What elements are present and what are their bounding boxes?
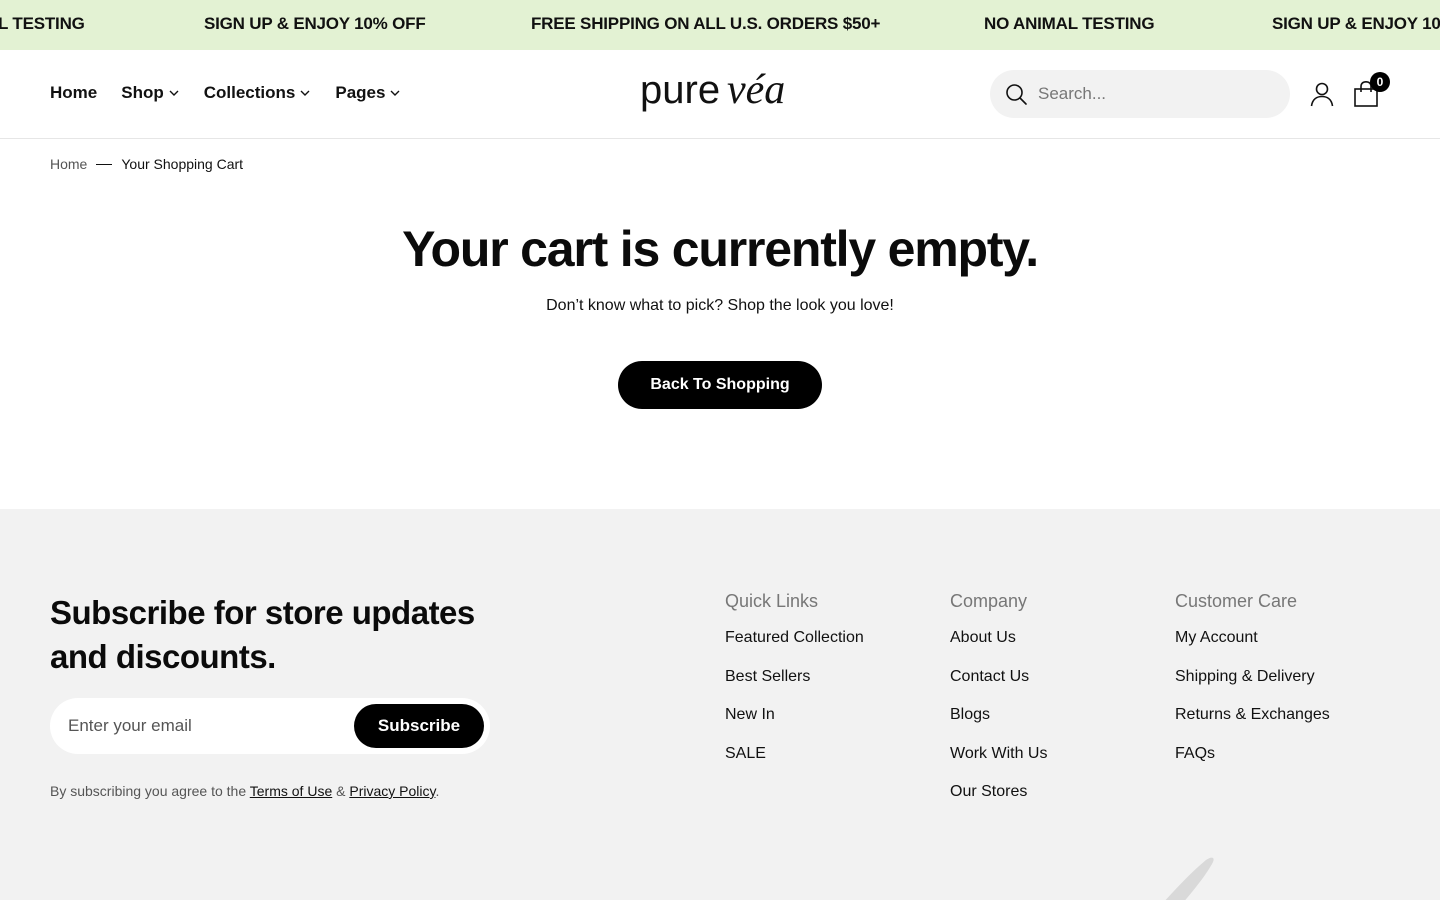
page-subtitle: Don’t know what to pick? Shop the look y… — [546, 297, 894, 314]
footer-link-featured-collection[interactable]: Featured Collection — [725, 629, 864, 668]
breadcrumb-home-link[interactable]: Home — [50, 156, 87, 172]
search-icon — [1006, 84, 1027, 105]
nav-item-shop[interactable]: Shop — [121, 83, 180, 103]
page-title: Your cart is currently empty. — [402, 221, 1039, 277]
nav-item-label: Home — [50, 83, 98, 102]
chevron-down-icon — [300, 90, 310, 96]
privacy-policy-link[interactable]: Privacy Policy — [349, 783, 435, 799]
footer-link-returns-exchanges[interactable]: Returns & Exchanges — [1175, 706, 1330, 745]
terms-of-use-link[interactable]: Terms of Use — [250, 783, 332, 799]
footer-link-blogs[interactable]: Blogs — [950, 706, 1047, 745]
site-header: Home Shop Collections Pages pure véa 0 — [0, 50, 1440, 139]
footer-link-new-in[interactable]: New In — [725, 706, 864, 745]
breadcrumb-current: Your Shopping Cart — [121, 156, 244, 172]
legal-amp: & — [332, 783, 350, 799]
footer-column-quick-links: Quick Links Featured Collection Best Sel… — [725, 591, 864, 783]
nav-item-label: Pages — [335, 83, 386, 102]
footer-link-work-with-us[interactable]: Work With Us — [950, 745, 1047, 784]
legal-suffix: . — [435, 783, 440, 799]
search-bar[interactable] — [990, 70, 1290, 118]
user-icon[interactable] — [1309, 81, 1335, 107]
announcement-item: FREE SHIPPING ON ALL U.S. ORDERS $50+ — [531, 14, 881, 33]
email-field[interactable] — [68, 714, 348, 738]
breadcrumb-separator — [96, 163, 113, 165]
subscribe-form: Subscribe — [50, 698, 490, 754]
footer-link-my-account[interactable]: My Account — [1175, 629, 1330, 668]
subscribe-button[interactable]: Subscribe — [354, 704, 484, 748]
announcement-bar: L TESTING SIGN UP & ENJOY 10% OFF FREE S… — [0, 0, 1440, 50]
nav-item-collections[interactable]: Collections — [204, 83, 312, 103]
subscribe-legal-text: By subscribing you agree to the Terms of… — [50, 783, 439, 799]
breadcrumb: Home Your Shopping Cart — [50, 156, 243, 172]
footer-column-title: Company — [950, 591, 1028, 611]
chevron-down-icon — [390, 90, 400, 96]
chevron-down-icon — [169, 90, 179, 96]
brand-logo[interactable]: pure véa — [640, 62, 800, 116]
announcement-item: NO ANIMAL TESTING — [984, 14, 1155, 33]
back-to-shopping-button[interactable]: Back To Shopping — [618, 361, 822, 409]
footer-link-best-sellers[interactable]: Best Sellers — [725, 668, 864, 707]
search-input[interactable] — [1038, 84, 1268, 104]
nav-item-home[interactable]: Home — [50, 83, 97, 103]
announcement-item: SIGN UP & ENJOY 10% — [1272, 14, 1440, 33]
footer-column-title: Customer Care — [1175, 591, 1298, 611]
footer-column-customer-care: Customer Care My Account Shipping & Deli… — [1175, 591, 1330, 783]
main-nav: Home Shop Collections Pages — [50, 83, 425, 103]
footer-link-shipping-delivery[interactable]: Shipping & Delivery — [1175, 668, 1330, 707]
logo-text-b: véa — [727, 67, 785, 113]
cart-count-badge: 0 — [1370, 72, 1390, 92]
nav-item-pages[interactable]: Pages — [335, 83, 401, 103]
footer-link-contact-us[interactable]: Contact Us — [950, 668, 1047, 707]
nav-item-label: Shop — [121, 83, 164, 102]
footer-column-title: Quick Links — [725, 591, 819, 611]
footer-link-about-us[interactable]: About Us — [950, 629, 1047, 668]
nav-item-label: Collections — [203, 83, 296, 102]
announcement-item: SIGN UP & ENJOY 10% OFF — [204, 14, 426, 33]
site-footer: Subscribe for store updates and discount… — [0, 509, 1440, 900]
footer-link-faqs[interactable]: FAQs — [1175, 745, 1330, 784]
decorative-leaf-graphic — [1165, 857, 1214, 900]
announcement-item: L TESTING — [0, 14, 85, 33]
footer-column-company: Company About Us Contact Us Blogs Work W… — [950, 591, 1047, 822]
footer-link-our-stores[interactable]: Our Stores — [950, 783, 1047, 822]
subscribe-title: Subscribe for store updates and discount… — [50, 594, 475, 675]
legal-prefix: By subscribing you agree to the — [50, 783, 250, 799]
footer-link-sale[interactable]: SALE — [725, 745, 864, 784]
logo-text-a: pure — [640, 68, 720, 112]
